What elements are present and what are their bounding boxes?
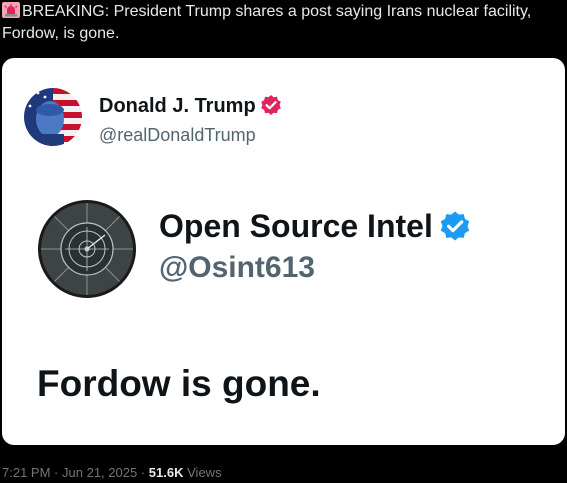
headline-text: BREAKING: President Trump shares a post … [2,3,532,42]
author-name-text: Donald J. Trump [99,95,256,117]
breaking-headline: BREAKING: President Trump shares a post … [2,1,562,45]
post-metadata: 7:21 PM · Jun 21, 2025 · 51.6K Views [2,465,222,480]
quoted-author-name-text: Open Source Intel [159,208,433,244]
quoted-author-handle[interactable]: @Osint613 [159,251,315,285]
post-date[interactable]: Jun 21, 2025 [62,465,137,480]
views-count[interactable]: 51.6K [149,465,184,480]
quoted-author-name[interactable]: Open Source Intel [159,208,471,245]
meta-separator: · [54,465,59,480]
police-siren-icon [2,2,20,18]
screenshot-card: Donald J. Trump @realDonaldTrump Open So… [2,58,565,445]
avatar-image [24,88,82,146]
trump-avatar[interactable] [24,88,82,146]
verified-badge-icon [260,95,281,115]
author-name[interactable]: Donald J. Trump [99,94,282,118]
author-handle[interactable]: @realDonaldTrump [99,125,256,146]
meta-separator: · [140,465,146,480]
post-text: Fordow is gone. [37,363,321,404]
osint-logo [38,200,136,298]
views-label: Views [187,465,222,480]
verified-badge-icon [440,211,470,241]
post-time[interactable]: 7:21 PM [2,465,50,480]
